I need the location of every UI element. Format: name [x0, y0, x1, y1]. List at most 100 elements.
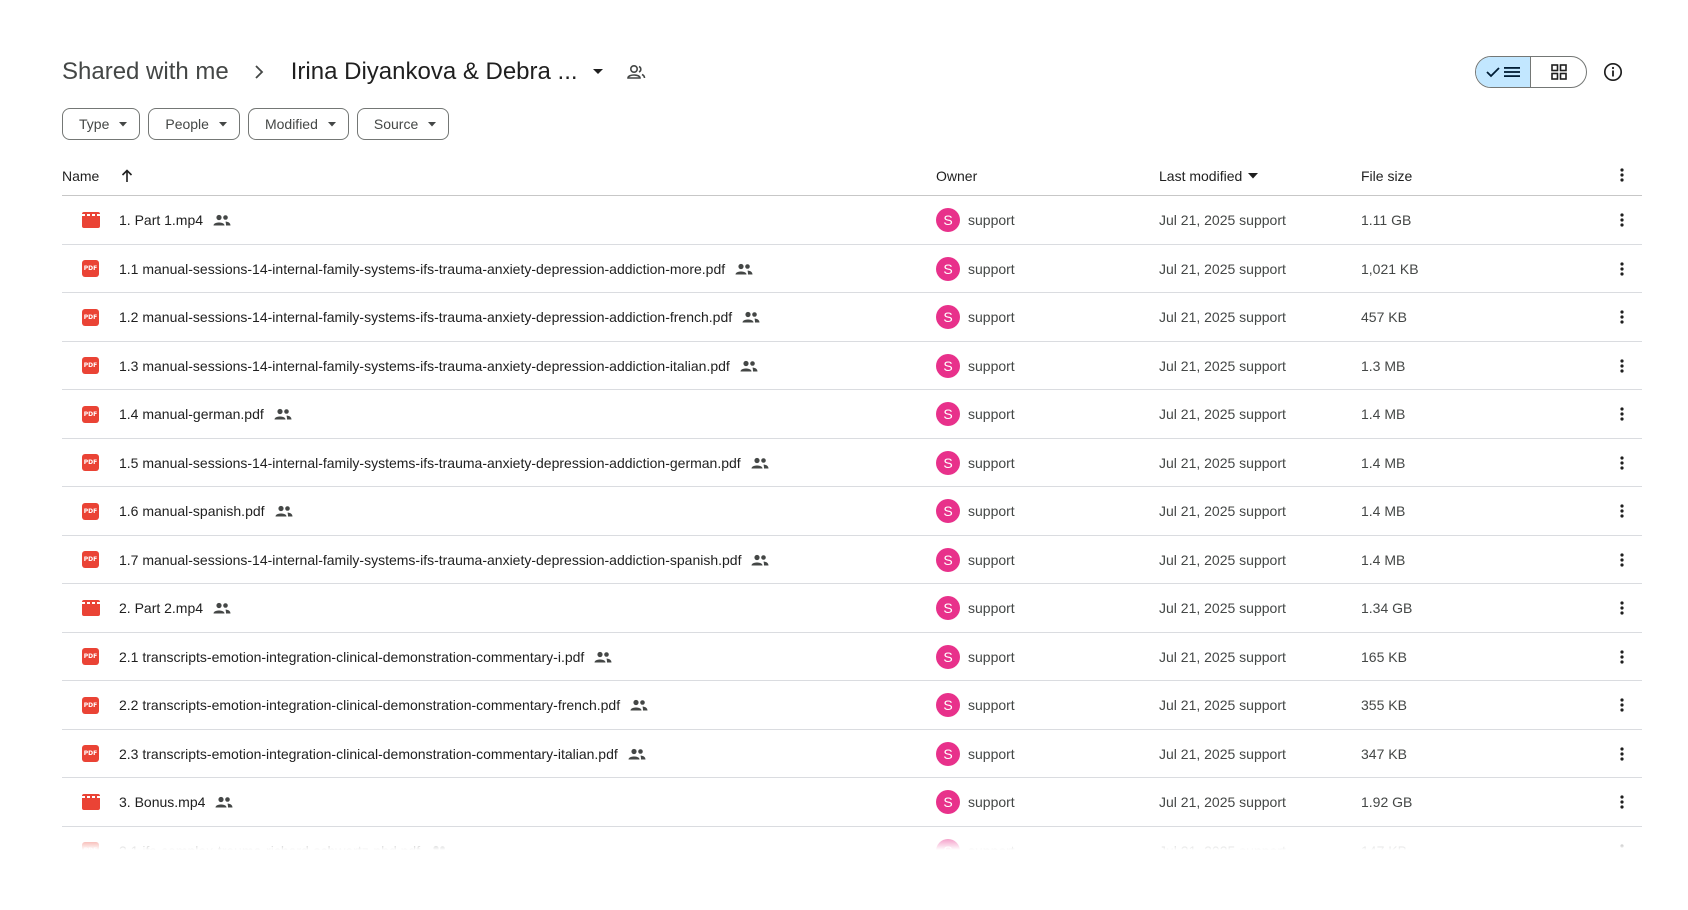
- breadcrumb-current[interactable]: Irina Diyankova & Debra ...: [291, 58, 578, 86]
- owner-name: support: [968, 648, 1015, 665]
- table-row[interactable]: PDF 1.4 manual-german.pdf Ssupport Jul 21, …: [62, 390, 1642, 439]
- size-cell: 1.4 MB: [1361, 439, 1405, 487]
- file-name-cell[interactable]: 1.5 manual-sessions-14-internal-family-s…: [119, 439, 769, 487]
- table-row[interactable]: PDF 1.5 manual-sessions-14-internal-famil…: [62, 439, 1642, 487]
- pdf-file-icon: PDF: [82, 308, 99, 326]
- filter-people[interactable]: People: [148, 108, 240, 140]
- size-value: 457 KB: [1361, 309, 1407, 325]
- file-name[interactable]: 3.1 ifs-complex-trauma-richard-schwartz-…: [119, 843, 420, 851]
- file-name[interactable]: 1.1 manual-sessions-14-internal-family-s…: [119, 261, 725, 277]
- more-vert-icon[interactable]: [1610, 536, 1634, 584]
- avatar[interactable]: S: [936, 838, 960, 850]
- filter-type[interactable]: Type: [62, 108, 141, 140]
- file-name[interactable]: 1.3 manual-sessions-14-internal-family-s…: [119, 358, 730, 374]
- more-vert-icon[interactable]: [1610, 342, 1634, 390]
- info-icon[interactable]: [1601, 60, 1625, 84]
- file-name[interactable]: 1.7 manual-sessions-14-internal-family-s…: [119, 552, 741, 568]
- filter-source[interactable]: Source: [356, 108, 450, 140]
- table-row[interactable]: PDF 1.6 manual-spanish.pdf Ssupport Jul 21,…: [62, 487, 1642, 536]
- table-row[interactable]: PDF 2.1 transcripts-emotion-integration-c…: [62, 633, 1642, 681]
- file-name-cell[interactable]: 2.1 transcripts-emotion-integration-clin…: [119, 633, 612, 681]
- file-name[interactable]: 2.1 transcripts-emotion-integration-clin…: [119, 649, 584, 665]
- avatar[interactable]: S: [936, 305, 960, 329]
- more-vert-icon[interactable]: [1610, 584, 1634, 632]
- avatar[interactable]: S: [936, 499, 960, 523]
- table-row[interactable]: PDF 1.3 manual-sessions-14-internal-famil…: [62, 342, 1642, 390]
- more-vert-icon[interactable]: [1610, 730, 1634, 778]
- column-name[interactable]: Name: [62, 168, 133, 184]
- file-name-cell[interactable]: 1.1 manual-sessions-14-internal-family-s…: [119, 245, 753, 293]
- more-vert-icon[interactable]: [1610, 681, 1634, 729]
- file-name-cell[interactable]: 2.2 transcripts-emotion-integration-clin…: [119, 681, 648, 729]
- modified-value: Jul 21, 2025 support: [1159, 212, 1286, 228]
- avatar[interactable]: S: [936, 547, 960, 572]
- table-row[interactable]: PDF 2.3 transcripts-emotion-integration-c…: [62, 730, 1642, 778]
- size-cell: 347 KB: [1361, 730, 1407, 778]
- owner-cell: Ssupport: [936, 778, 1015, 826]
- file-name-cell[interactable]: 1.3 manual-sessions-14-internal-family-s…: [119, 342, 758, 390]
- file-name-cell[interactable]: 1.6 manual-spanish.pdf: [119, 487, 293, 535]
- avatar[interactable]: S: [936, 353, 960, 378]
- shared-people-icon[interactable]: [624, 60, 648, 84]
- table-row[interactable]: 1. Part 1.mp4 Ssupport Jul 21, 2025 suppor…: [62, 196, 1642, 245]
- file-name-cell[interactable]: 1.7 manual-sessions-14-internal-family-s…: [119, 536, 769, 584]
- file-name[interactable]: 1.2 manual-sessions-14-internal-family-s…: [119, 309, 732, 325]
- column-owner[interactable]: Owner: [936, 168, 977, 184]
- avatar[interactable]: S: [936, 402, 960, 426]
- file-name-cell[interactable]: 2.3 transcripts-emotion-integration-clin…: [119, 730, 646, 778]
- table-row[interactable]: PDF 1.1 manual-sessions-14-internal-famil…: [62, 245, 1642, 293]
- list-view-button[interactable]: [1476, 57, 1532, 87]
- more-vert-icon[interactable]: [1610, 390, 1634, 438]
- file-name[interactable]: 2. Part 2.mp4: [119, 600, 203, 616]
- more-vert-icon[interactable]: [1610, 168, 1634, 182]
- table-row[interactable]: PDF 3.1 ifs-complex-trauma-richard-schwar…: [62, 827, 1642, 851]
- file-name[interactable]: 2.2 transcripts-emotion-integration-clin…: [119, 697, 620, 713]
- more-vert-icon[interactable]: [1610, 827, 1634, 850]
- file-name-cell[interactable]: 1. Part 1.mp4: [119, 196, 231, 244]
- file-name[interactable]: 1.4 manual-german.pdf: [119, 406, 264, 422]
- more-vert-icon[interactable]: [1610, 778, 1634, 826]
- file-name-cell[interactable]: 3. Bonus.mp4: [119, 778, 233, 826]
- table-row[interactable]: PDF 1.2 manual-sessions-14-internal-famil…: [62, 293, 1642, 342]
- avatar[interactable]: S: [936, 790, 960, 814]
- pdf-file-icon: PDF: [82, 551, 99, 568]
- modified-cell: Jul 21, 2025 support: [1159, 584, 1286, 632]
- more-vert-icon[interactable]: [1610, 245, 1634, 293]
- file-name-cell[interactable]: 1.4 manual-german.pdf: [119, 390, 292, 438]
- table-row[interactable]: PDF 1.7 manual-sessions-14-internal-famil…: [62, 536, 1642, 584]
- file-name[interactable]: 1.5 manual-sessions-14-internal-family-s…: [119, 455, 741, 471]
- breadcrumb-root[interactable]: Shared with me: [62, 58, 229, 86]
- owner-name: support: [968, 794, 1015, 810]
- table-row[interactable]: 2. Part 2.mp4 Ssupport Jul 21, 2025 suppor…: [62, 584, 1642, 633]
- grid-view-button[interactable]: [1531, 57, 1586, 87]
- more-vert-icon[interactable]: [1610, 439, 1634, 487]
- file-name[interactable]: 1. Part 1.mp4: [119, 212, 203, 228]
- filter-modified[interactable]: Modified: [247, 108, 349, 140]
- arrow-up-icon[interactable]: [121, 169, 133, 183]
- file-name-cell[interactable]: 3.1 ifs-complex-trauma-richard-schwartz-…: [119, 827, 448, 851]
- more-vert-icon[interactable]: [1610, 293, 1634, 341]
- avatar[interactable]: S: [936, 644, 960, 669]
- table-row[interactable]: PDF 2.2 transcripts-emotion-integration-c…: [62, 681, 1642, 730]
- file-name[interactable]: 3. Bonus.mp4: [119, 794, 205, 810]
- more-vert-icon[interactable]: [1610, 196, 1634, 244]
- size-cell: 147 KB: [1361, 827, 1407, 851]
- file-name-cell[interactable]: 1.2 manual-sessions-14-internal-family-s…: [119, 293, 760, 341]
- table-row[interactable]: 3. Bonus.mp4 Ssupport Jul 21, 2025 support…: [62, 778, 1642, 827]
- column-last-modified[interactable]: Last modified: [1159, 168, 1259, 184]
- avatar[interactable]: S: [936, 741, 960, 766]
- shared-icon: [630, 699, 648, 711]
- avatar[interactable]: S: [936, 693, 960, 717]
- file-name-cell[interactable]: 2. Part 2.mp4: [119, 584, 231, 632]
- file-name[interactable]: 2.3 transcripts-emotion-integration-clin…: [119, 746, 618, 762]
- file-name[interactable]: 1.6 manual-spanish.pdf: [119, 503, 265, 519]
- more-vert-icon[interactable]: [1610, 633, 1634, 681]
- avatar[interactable]: S: [936, 256, 960, 281]
- grid-icon: [1550, 64, 1567, 80]
- caret-down-icon[interactable]: [586, 60, 610, 84]
- avatar[interactable]: S: [936, 596, 960, 620]
- more-vert-icon[interactable]: [1610, 487, 1634, 535]
- avatar[interactable]: S: [936, 450, 960, 475]
- column-file-size[interactable]: File size: [1361, 168, 1412, 184]
- avatar[interactable]: S: [936, 208, 960, 232]
